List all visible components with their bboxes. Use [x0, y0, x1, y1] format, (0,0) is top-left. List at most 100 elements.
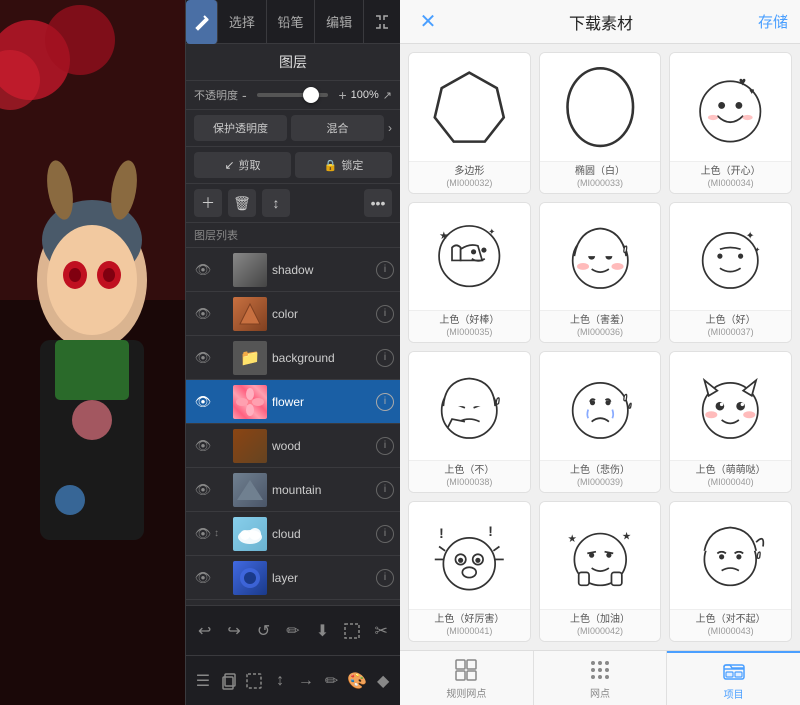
layer-info-background[interactable]: i [376, 349, 394, 367]
selection-button[interactable] [242, 665, 268, 697]
svg-text:★: ★ [567, 534, 576, 545]
layer-thumb-wood [233, 429, 267, 463]
material-item-good[interactable]: ✦ ✦ 上色（好） (MI000037) [669, 202, 792, 344]
layer-visibility-mountain[interactable]: 👁 [192, 479, 214, 501]
layer-thumb-color [233, 297, 267, 331]
layer-visibility-flower[interactable]: 👁 [192, 391, 214, 413]
layer-visibility-cloud[interactable]: 👁 [192, 523, 214, 545]
protect-transparency-button[interactable]: 保护透明度 [194, 115, 287, 141]
material-item-polygon[interactable]: 多边形 (MI000032) [408, 52, 531, 194]
material-thumb-shy [540, 203, 661, 311]
close-button[interactable]: ✕ [412, 6, 444, 38]
opacity-minus-button[interactable]: - [238, 87, 251, 103]
copy-button[interactable] [216, 665, 242, 697]
material-item-cute[interactable]: 上色（萌萌哒） (MI000040) [669, 351, 792, 493]
layer-item-wood[interactable]: 👁 wood i [186, 424, 400, 468]
layer-item-background[interactable]: 👁 📁 background i [186, 336, 400, 380]
layer-item-cloud[interactable]: 👁 ↕ cloud i [186, 512, 400, 556]
layer-name-mountain: mountain [272, 483, 376, 497]
shape-button[interactable]: ◆ [370, 665, 396, 697]
material-item-happy[interactable]: ♥ ♥ 上色（开心） (MI000034) [669, 52, 792, 194]
nav-item-grid2[interactable]: 网点 [534, 651, 668, 705]
blend-mode-button[interactable]: 混合 [291, 115, 384, 141]
blend-row: 保护透明度 混合 › [186, 110, 400, 147]
left-panel: 选择 铅笔 编辑 图层 不透明度 - [0, 0, 400, 705]
layer-info-cloud[interactable]: i [376, 525, 394, 543]
opacity-plus-button[interactable]: + [334, 87, 350, 103]
layer-visibility-color[interactable]: 👁 [192, 303, 214, 325]
layer-item-mountain[interactable]: 👁 mountain i [186, 468, 400, 512]
select-tool-button[interactable]: 选择 [218, 0, 267, 44]
menu-button[interactable]: ☰ [190, 665, 216, 697]
material-item-no[interactable]: 上色（不） (MI000038) [408, 351, 531, 493]
layer-name-color: color [272, 307, 376, 321]
more-options-button[interactable]: ••• [364, 189, 392, 217]
brush-tool-button[interactable] [186, 0, 218, 44]
material-item-sorry[interactable]: 上色（对不起） (MI000043) [669, 501, 792, 643]
layer-name-flower: flower [272, 395, 376, 409]
save-button[interactable]: 存储 [758, 11, 788, 32]
undo-button[interactable]: ↩ [190, 615, 219, 647]
layer-info-color[interactable]: i [376, 305, 394, 323]
layer-info-wood[interactable]: i [376, 437, 394, 455]
layer-visibility-shadow[interactable]: 👁 [192, 259, 214, 281]
layer-info-layer[interactable]: i [376, 569, 394, 587]
material-item-sad[interactable]: 上色（悲伤） (MI000039) [539, 351, 662, 493]
layer-name-layer: layer [272, 571, 376, 585]
material-label-shy: 上色（害羞） (MI000036) [540, 310, 661, 342]
layers-list: 👁 shadow i 👁 color i 👁 📁 [186, 248, 400, 605]
layer-info-shadow[interactable]: i [376, 261, 394, 279]
layer-item-color[interactable]: 👁 color i [186, 292, 400, 336]
move-layer-button[interactable]: ↕ [262, 189, 290, 217]
opacity-expand-icon[interactable]: ↗ [383, 89, 392, 102]
layer-item-shadow[interactable]: 👁 shadow i [186, 248, 400, 292]
cloud-extra-icon: ↕ [214, 528, 228, 539]
material-item-shy[interactable]: 上色（害羞） (MI000036) [539, 202, 662, 344]
folder-icon [721, 658, 747, 684]
bottom-nav: ☰ ↕ → ✏ 🎨 ◆ [186, 655, 400, 705]
material-grid: 多边形 (MI000032) 椭圆（白） (MI000033) [400, 44, 800, 650]
arrow-button[interactable]: → [293, 665, 319, 697]
pen-tool-button[interactable]: ✏ [278, 615, 307, 647]
material-thumb-happy: ♥ ♥ [670, 53, 791, 161]
material-label-good: 上色（好） (MI000037) [670, 310, 791, 342]
material-item-oval[interactable]: 椭圆（白） (MI000033) [539, 52, 662, 194]
layer-item-layer[interactable]: 👁 layer i [186, 556, 400, 600]
download-button[interactable]: ⬇ [308, 615, 337, 647]
nav-item-grid1[interactable]: 规则网点 [400, 651, 534, 705]
color-button[interactable]: 🎨 [345, 665, 371, 697]
svg-text:✦: ✦ [488, 227, 496, 237]
material-item-cheer[interactable]: ★ ★ 上色（加油） (MI000042) [539, 501, 662, 643]
svg-text:★: ★ [622, 532, 631, 543]
layer-visibility-layer[interactable]: 👁 [192, 567, 214, 589]
material-item-goodjob[interactable]: ★ ✦ 上色（好棒） (MI000035) [408, 202, 531, 344]
material-label-happy: 上色（开心） (MI000034) [670, 161, 791, 193]
text-button[interactable]: ✏ [319, 665, 345, 697]
layer-name-cloud: cloud [272, 527, 376, 541]
material-thumb-cute [670, 352, 791, 460]
lasso-button[interactable]: ✂ [367, 615, 396, 647]
lock-button[interactable]: 🔒 锁定 [295, 152, 392, 178]
material-label-amazing: 上色（好厉害） (MI000041) [409, 609, 530, 641]
layer-visibility-wood[interactable]: 👁 [192, 435, 214, 457]
opacity-slider[interactable] [257, 93, 329, 97]
nav-item-folder[interactable]: 项目 [667, 651, 800, 705]
material-thumb-goodjob: ★ ✦ [409, 203, 530, 311]
layer-item-flower[interactable]: 👁 flower i [186, 380, 400, 424]
toolbar-expand-button[interactable] [364, 0, 400, 44]
pencil-tool-button[interactable]: 铅笔 [267, 0, 316, 44]
clip-button[interactable]: ↙ 剪取 [194, 152, 291, 178]
material-item-amazing[interactable]: ! ! 上色（好厉害） (MI000041) [408, 501, 531, 643]
redo-button[interactable]: ↪ [219, 615, 248, 647]
add-layer-button[interactable]: ＋ [194, 189, 222, 217]
transform-button[interactable]: ↕ [267, 665, 293, 697]
edit-tool-button[interactable]: 编辑 [315, 0, 364, 44]
select-rect-button[interactable] [337, 615, 366, 647]
svg-text:★: ★ [439, 231, 448, 242]
layer-visibility-background[interactable]: 👁 [192, 347, 214, 369]
layer-info-flower[interactable]: i [376, 393, 394, 411]
delete-layer-button[interactable]: 🗑 [228, 189, 256, 217]
rotate-button[interactable]: ↺ [249, 615, 278, 647]
svg-text:!: ! [488, 524, 493, 539]
layer-info-mountain[interactable]: i [376, 481, 394, 499]
